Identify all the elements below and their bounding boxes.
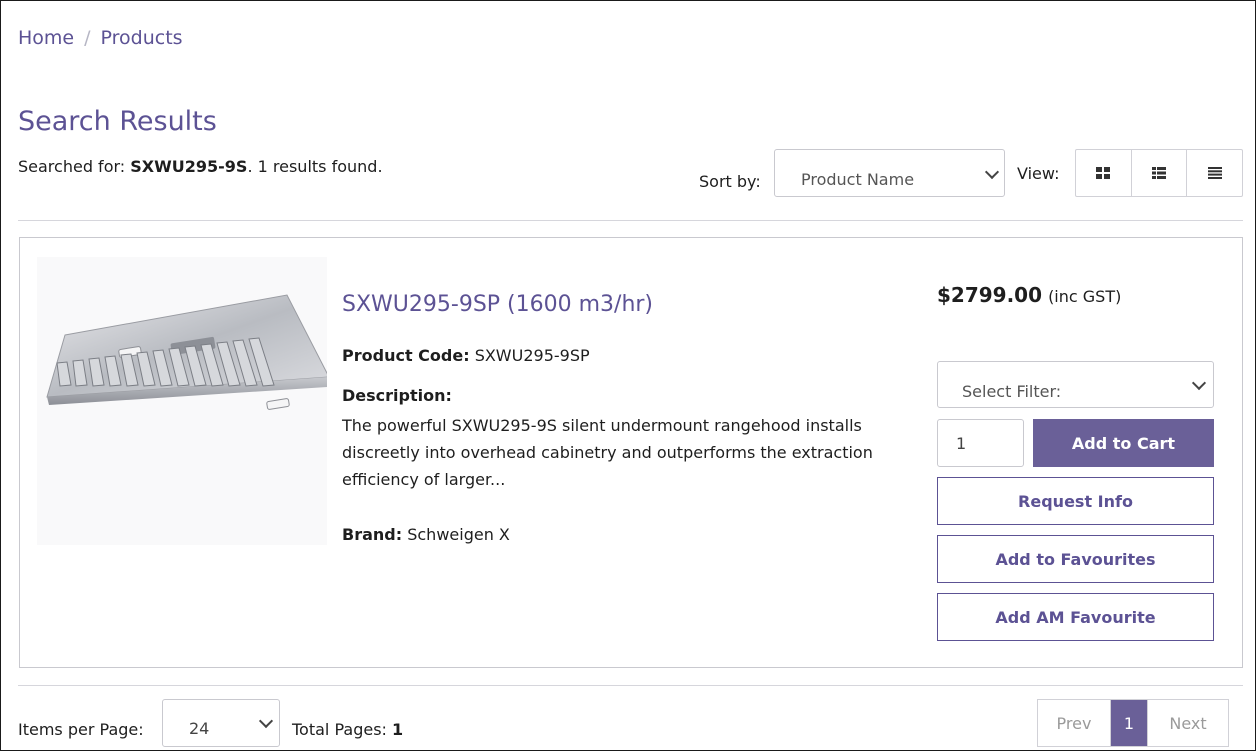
view-list-button[interactable] [1187,150,1242,196]
view-list-detail-button[interactable] [1132,150,1188,196]
list-icon [1207,167,1222,179]
filter-select-value: Select Filter: [962,382,1062,401]
request-info-button[interactable]: Request Info [937,477,1214,525]
breadcrumb: Home / Products [18,27,183,49]
brand-label: Brand: [342,525,403,544]
view-toggle-group [1075,149,1243,197]
product-description: The powerful SXWU295-9S silent undermoun… [342,416,873,489]
product-brand: Brand: Schweigen X [342,525,510,544]
description-label-text: Description: [342,386,452,405]
product-price: $2799.00 (inc GST) [937,283,1121,307]
page-title: Search Results [18,106,217,137]
product-title-link[interactable]: SXWU295-9SP (1600 m3/hr) [342,292,653,317]
price-note: (inc GST) [1048,287,1122,306]
product-code: Product Code: SXWU295-9SP [342,346,590,365]
page-1-button[interactable]: 1 [1111,700,1148,746]
pagination: Prev 1 Next [1037,699,1229,747]
brand-value: Schweigen X [407,525,510,544]
description-label: Description: [342,386,452,405]
divider [18,685,1243,686]
prev-page-button[interactable]: Prev [1038,700,1111,746]
product-code-value: SXWU295-9SP [474,346,590,365]
product-code-label: Product Code: [342,346,470,365]
product-image[interactable] [37,257,330,545]
breadcrumb-home-link[interactable]: Home [18,27,74,49]
chevron-down-icon [1191,375,1207,391]
sort-select-value: Product Name [801,170,915,189]
search-summary-suffix: . 1 results found. [247,157,383,176]
view-label: View: [1017,164,1060,183]
breadcrumb-products-link[interactable]: Products [101,27,183,49]
filter-select[interactable]: Select Filter: [937,361,1214,408]
next-page-button[interactable]: Next [1148,700,1228,746]
view-grid-button[interactable] [1076,150,1132,196]
chevron-down-icon [984,164,1000,180]
list-detail-icon [1152,167,1166,179]
sort-select[interactable]: Product Name [774,149,1005,197]
rangehood-image [46,294,330,410]
items-per-page-value: 24 [189,719,210,738]
divider [18,220,1243,221]
total-pages-value: 1 [392,720,404,739]
total-pages: Total Pages: 1 [292,720,403,739]
search-term: SXWU295-9S [130,157,248,176]
items-per-page-select[interactable]: 24 [162,699,280,747]
grid-icon [1096,167,1111,179]
add-to-favourites-button[interactable]: Add to Favourites [937,535,1214,583]
items-per-page-label: Items per Page: [18,720,144,739]
total-pages-label: Total Pages: [292,720,387,739]
breadcrumb-separator: / [84,27,91,49]
search-summary-prefix: Searched for: [18,157,131,176]
price-value: $2799.00 [937,283,1043,307]
search-summary: Searched for: SXWU295-9S. 1 results foun… [18,157,383,176]
chevron-down-icon [258,713,274,729]
add-to-cart-button[interactable]: Add to Cart [1033,419,1214,467]
sort-label: Sort by: [699,172,761,191]
add-am-favourite-button[interactable]: Add AM Favourite [937,593,1214,641]
quantity-input[interactable] [937,419,1024,467]
